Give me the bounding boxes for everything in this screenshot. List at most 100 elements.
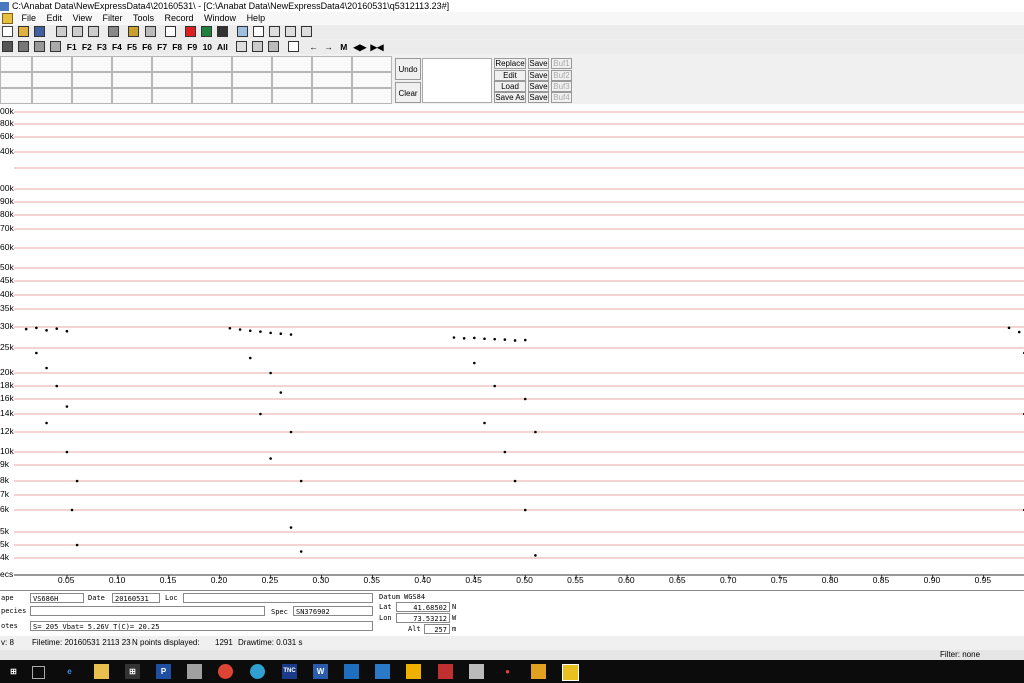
undo-button[interactable]: Undo xyxy=(395,58,421,80)
open-folder-icon[interactable] xyxy=(18,26,30,37)
anabat-icon[interactable] xyxy=(562,664,579,681)
label-cell[interactable] xyxy=(32,88,72,104)
copy-window-icon[interactable] xyxy=(288,41,300,52)
f8-button[interactable]: F8 xyxy=(172,41,183,53)
windows-start-icon[interactable]: ⊞ xyxy=(6,664,21,679)
sonogram-plot[interactable] xyxy=(0,104,1024,590)
word-icon[interactable]: W xyxy=(313,664,328,679)
menu-filter[interactable]: Filter xyxy=(98,12,126,25)
spec-field[interactable]: SN376902 xyxy=(293,606,373,616)
scale-icon[interactable] xyxy=(235,41,247,52)
menu-file[interactable]: File xyxy=(18,12,41,25)
loc-field[interactable] xyxy=(183,593,373,603)
label-cell[interactable] xyxy=(192,72,232,88)
download-icon[interactable] xyxy=(200,26,212,37)
chrome-icon[interactable] xyxy=(218,664,233,679)
f2-button[interactable]: F2 xyxy=(81,41,92,53)
zoom-icon[interactable] xyxy=(236,26,248,37)
calculator-icon[interactable] xyxy=(469,664,484,679)
label-cell[interactable] xyxy=(32,72,72,88)
compress-icon[interactable] xyxy=(252,41,263,52)
print-icon[interactable] xyxy=(108,26,120,37)
save-button-2[interactable]: Save xyxy=(528,70,549,81)
clear-button[interactable]: Clear xyxy=(395,82,421,103)
label-cell[interactable] xyxy=(32,56,72,72)
ie-icon[interactable] xyxy=(250,664,265,679)
help-icon[interactable] xyxy=(128,26,140,37)
buffer-1-button[interactable]: Buf1 xyxy=(551,58,572,69)
date-field[interactable]: 20160531 xyxy=(112,593,160,603)
freq-range-icon[interactable] xyxy=(301,26,313,37)
label-cell[interactable] xyxy=(272,56,312,72)
save-as-button[interactable]: Save As xyxy=(494,92,526,103)
document-icon[interactable] xyxy=(2,13,13,25)
label-cell[interactable] xyxy=(312,72,352,88)
undo-icon[interactable] xyxy=(164,26,176,37)
label-cell[interactable] xyxy=(0,72,32,88)
magnify-icon[interactable] xyxy=(268,41,280,52)
edit-button[interactable]: Edit xyxy=(494,70,526,81)
photos-icon[interactable] xyxy=(187,664,202,679)
arrow-left-icon[interactable]: ← xyxy=(308,41,319,53)
buffer-2-button[interactable]: Buf2 xyxy=(551,70,572,81)
label-cell[interactable] xyxy=(232,56,272,72)
f6-button[interactable]: F6 xyxy=(142,41,153,53)
publisher-icon[interactable]: P xyxy=(156,664,171,679)
label-cell[interactable] xyxy=(112,88,152,104)
menu-edit[interactable]: Edit xyxy=(43,12,67,25)
vertical-arrow-icon[interactable] xyxy=(268,26,280,37)
label-text-area[interactable] xyxy=(422,58,492,103)
sticky-notes-icon[interactable] xyxy=(406,664,421,679)
label-cell[interactable] xyxy=(312,56,352,72)
task-view-icon[interactable] xyxy=(32,666,45,679)
label-cell[interactable] xyxy=(0,56,32,72)
f4-button[interactable]: F4 xyxy=(111,41,122,53)
copy-icon[interactable] xyxy=(72,26,84,37)
bars-expanded-icon[interactable] xyxy=(50,41,62,52)
label-cell[interactable] xyxy=(0,88,32,104)
tape-field[interactable]: VS686H xyxy=(30,593,84,603)
label-cell[interactable] xyxy=(112,72,152,88)
app-window-icon[interactable] xyxy=(375,664,390,679)
save-button-1[interactable]: Save xyxy=(528,58,549,69)
label-cell[interactable] xyxy=(192,88,232,104)
select-box-icon[interactable] xyxy=(252,26,264,37)
save-button-4[interactable]: Save xyxy=(528,92,549,103)
f7-button[interactable]: F7 xyxy=(157,41,168,53)
label-cell[interactable] xyxy=(112,56,152,72)
label-cell[interactable] xyxy=(72,88,112,104)
save-button-3[interactable]: Save xyxy=(528,81,549,92)
f10-button[interactable]: 10 xyxy=(202,41,213,53)
label-cell[interactable] xyxy=(192,56,232,72)
mail-icon[interactable] xyxy=(531,664,546,679)
stop-icon[interactable] xyxy=(216,26,228,37)
species-field[interactable] xyxy=(30,606,265,616)
label-cell[interactable] xyxy=(352,88,392,104)
arrow-right-icon[interactable]: → xyxy=(323,41,334,53)
label-cell[interactable] xyxy=(152,72,192,88)
record-icon[interactable] xyxy=(184,26,196,37)
f1-button[interactable]: F1 xyxy=(66,41,77,53)
label-cell[interactable] xyxy=(352,72,392,88)
acrobat-icon[interactable] xyxy=(438,664,453,679)
lat-field[interactable]: 41.68502 xyxy=(396,602,450,612)
load-button[interactable]: Load xyxy=(494,81,526,92)
outlook-icon[interactable] xyxy=(344,664,359,679)
label-cell[interactable] xyxy=(72,56,112,72)
label-cell[interactable] xyxy=(232,88,272,104)
paste-icon[interactable] xyxy=(88,26,100,37)
bars-compressed-icon[interactable] xyxy=(34,41,46,52)
store-icon[interactable]: ⊞ xyxy=(125,664,140,679)
alt-field[interactable]: 257 xyxy=(424,624,450,634)
label-cell[interactable] xyxy=(72,72,112,88)
freq-up-icon[interactable] xyxy=(285,26,296,37)
all-button[interactable]: All xyxy=(217,41,228,53)
label-cell[interactable] xyxy=(232,72,272,88)
f3-button[interactable]: F3 xyxy=(96,41,107,53)
menu-help[interactable]: Help xyxy=(243,12,270,25)
menu-record[interactable]: Record xyxy=(161,12,198,25)
menu-view[interactable]: View xyxy=(69,12,96,25)
marker-icon[interactable]: M xyxy=(338,41,349,53)
edge-browser-icon[interactable]: e xyxy=(62,664,77,679)
menu-tools[interactable]: Tools xyxy=(129,12,158,25)
